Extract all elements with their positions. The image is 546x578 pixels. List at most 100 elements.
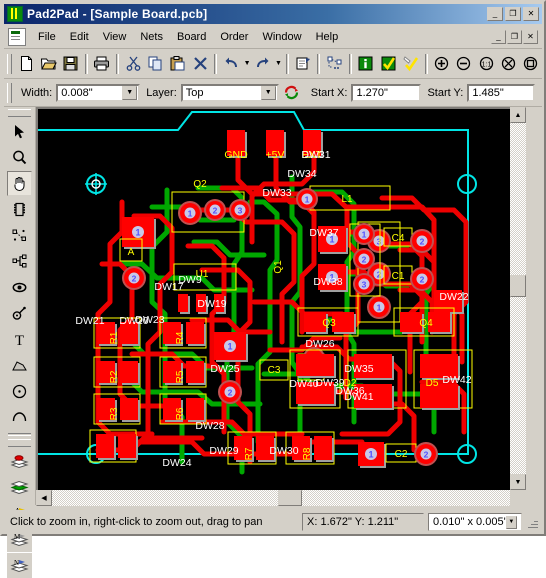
chevron-down-icon[interactable]: ▼ [506,516,517,529]
vscroll-track[interactable] [510,123,526,474]
menu-nets[interactable]: Nets [133,28,170,46]
zoom-out-icon[interactable] [454,52,474,75]
zoom-board-icon[interactable] [521,52,541,75]
scroll-up-arrow[interactable]: ▲ [510,107,526,123]
layer-label: Layer: [146,87,177,99]
horizontal-scrollbar[interactable]: ◀ [36,490,510,506]
paste-icon[interactable] [168,52,188,75]
menu-window[interactable]: Window [255,28,308,46]
part-chip-tool[interactable] [7,197,32,222]
cut-icon[interactable] [123,52,143,75]
svg-text:2: 2 [420,236,425,246]
pad-oval-tool[interactable] [7,275,32,300]
chevron-down-icon[interactable]: ▼ [122,86,137,100]
menu-help[interactable]: Help [309,28,346,46]
mdi-restore-button[interactable]: ❐ [507,30,522,44]
menu-edit[interactable]: Edit [63,28,96,46]
layer-palette-grip[interactable] [8,439,31,447]
vscroll-thumb[interactable] [510,275,526,297]
copy-icon[interactable] [145,52,165,75]
arc-tool[interactable] [7,405,32,430]
start-x-input[interactable]: 1.270" [351,84,421,102]
svg-text:L1: L1 [341,194,353,205]
redo-dropdown-arrow[interactable]: ▼ [274,52,283,75]
resize-grip-icon[interactable] [525,515,539,529]
net-connection-tool[interactable] [7,223,32,248]
start-x-label: Start X: [311,87,348,99]
toolbar-grip[interactable] [7,83,12,103]
mdi-close-button[interactable]: ✕ [523,30,538,44]
zoom-1to1-icon[interactable]: 1:1 [476,52,496,75]
cursor-coordinates: X: 1.672" Y: 1.211" [302,513,424,531]
layer-top-red-button[interactable] [7,449,32,474]
close-button[interactable]: ✕ [523,7,539,21]
scroll-down-arrow[interactable]: ▼ [510,474,526,490]
scroll-left-arrow[interactable]: ◀ [36,490,52,506]
svg-text:R6: R6 [175,407,186,420]
toolbar-grip[interactable] [7,54,12,74]
menu-view[interactable]: View [96,28,134,46]
undo-dropdown-arrow[interactable]: ▼ [243,52,252,75]
circle-tool[interactable] [7,379,32,404]
svg-text:2: 2 [377,269,382,279]
nets-icon[interactable] [324,52,344,75]
svg-text:DW33: DW33 [262,187,291,199]
check-yellow-icon[interactable] [400,52,420,75]
svg-text:1: 1 [377,302,382,312]
layer-combo[interactable]: Top ▼ [181,84,279,102]
svg-text:2: 2 [362,254,367,264]
toolbar-separator [214,54,217,74]
trace-route-tool[interactable] [7,249,32,274]
svg-text:N: N [14,559,19,567]
zoom-fit-icon[interactable] [498,52,518,75]
svg-text:DW26: DW26 [305,338,334,350]
new-file-icon[interactable] [16,52,36,75]
refresh-icon[interactable] [280,81,304,104]
svg-text:DW34: DW34 [287,168,316,180]
menu-board[interactable]: Board [170,28,213,46]
svg-text:DW42: DW42 [442,374,471,386]
zoom-in-icon[interactable] [432,52,452,75]
zoom-magnifier-tool[interactable] [7,145,32,170]
width-combo[interactable]: 0.008" ▼ [56,84,140,102]
info-icon[interactable] [356,52,376,75]
menu-order[interactable]: Order [213,28,255,46]
svg-text:T: T [15,333,24,348]
text-tool[interactable]: T [7,327,32,352]
open-file-icon[interactable] [38,52,58,75]
document-icon[interactable] [8,28,26,46]
pcb-canvas[interactable]: GND+5VEXT123Q2321Q1U112AL112311C421C12R1… [36,107,525,505]
menu-file[interactable]: File [31,28,63,46]
check-green-icon[interactable] [378,52,398,75]
palette-grip[interactable] [8,109,31,117]
pan-hand-tool[interactable] [7,171,32,196]
undo-icon[interactable] [221,52,241,75]
layer-bottom-green-button[interactable] [7,475,32,500]
minimize-button[interactable]: _ [487,7,503,21]
save-icon[interactable] [61,52,81,75]
select-arrow-tool[interactable] [7,119,32,144]
via-tool[interactable] [7,301,32,326]
layer-nets-button[interactable]: N [7,553,32,578]
toolbar-separator [317,54,320,74]
vertical-scrollbar[interactable]: ▲ ▼ [510,107,526,490]
chevron-down-icon[interactable]: ▼ [261,86,276,100]
redo-icon[interactable] [253,52,273,75]
mdi-minimize-button[interactable]: _ [491,30,506,44]
delete-icon[interactable] [190,52,210,75]
status-hint: Click to zoom in, right-click to zoom ou… [6,513,302,531]
svg-text:2: 2 [132,273,137,283]
svg-text:DW28: DW28 [195,420,224,432]
polygon-tool[interactable] [7,353,32,378]
svg-text:GND: GND [224,149,248,161]
hscroll-thumb[interactable] [278,490,302,506]
start-y-input[interactable]: 1.485" [467,84,535,102]
svg-text:DW31: DW31 [301,149,330,161]
svg-text:DW41: DW41 [344,391,373,403]
maximize-button[interactable]: ❐ [505,7,521,21]
grid-size-combo[interactable]: 0.010" x 0.005' ▼ [428,513,522,531]
print-icon[interactable] [92,52,112,75]
svg-text:3: 3 [377,236,382,246]
pcb-board-drawing[interactable]: GND+5VEXT123Q2321Q1U112AL112311C421C12R1… [38,109,523,503]
properties-icon[interactable] [293,52,313,75]
